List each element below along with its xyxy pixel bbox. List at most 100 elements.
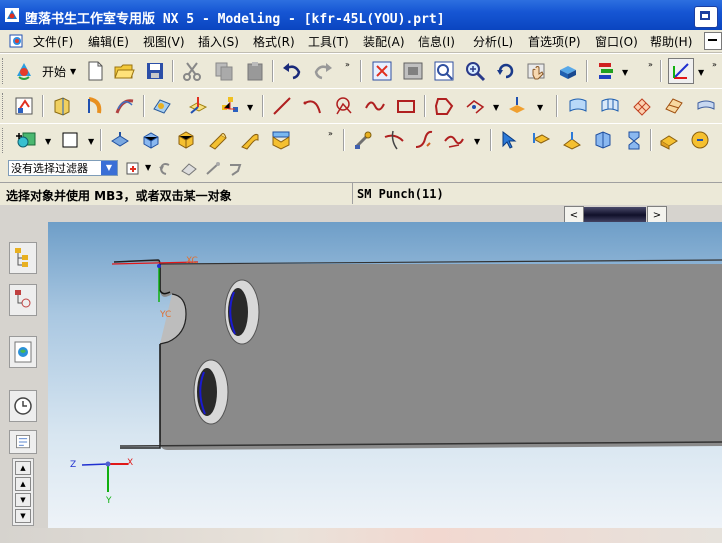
paste-icon[interactable] (243, 59, 267, 83)
wcs-display-icon[interactable] (668, 58, 694, 84)
scroll-top-button[interactable]: ▲ (15, 461, 31, 475)
undo-icon[interactable] (280, 59, 304, 83)
document-close-button[interactable] (704, 32, 722, 50)
redo-icon[interactable] (311, 59, 335, 83)
copy-icon[interactable] (212, 59, 236, 83)
fillet-curve-icon[interactable] (442, 128, 466, 152)
flange-icon[interactable] (108, 128, 132, 152)
graphics-window[interactable]: XC YC X Y Z (48, 222, 722, 528)
menu-view[interactable]: 视图(V) (143, 33, 185, 50)
menu-window[interactable]: 窗口(O) (595, 33, 638, 50)
web-browser-tab[interactable] (9, 336, 37, 368)
menu-insert[interactable]: 插入(S) (198, 33, 239, 50)
menu-information[interactable]: 信息(I) (418, 33, 455, 50)
menu-preferences[interactable]: 首选项(P) (528, 33, 581, 50)
restore-icon (700, 11, 710, 20)
selection-scope-icon[interactable] (126, 161, 144, 177)
move-feature-icon[interactable] (560, 128, 584, 152)
spline-icon[interactable] (363, 94, 387, 118)
menu-edit[interactable]: 编辑(E) (88, 33, 129, 50)
tab-feature-icon[interactable] (58, 128, 82, 152)
edit-feature-icon[interactable] (529, 128, 553, 152)
select-features-icon[interactable] (498, 128, 522, 152)
constraint-navigator-tab[interactable] (9, 284, 37, 316)
menu-format[interactable]: 格式(R) (253, 33, 295, 50)
punch-hole-lower[interactable] (193, 359, 229, 425)
system-materials-tab[interactable] (9, 430, 37, 454)
zoom-window-icon[interactable] (432, 59, 456, 83)
polygon-icon[interactable] (432, 94, 456, 118)
save-icon[interactable] (143, 59, 167, 83)
shaded-view-icon[interactable] (556, 59, 580, 83)
studio-surface-icon[interactable] (630, 94, 654, 118)
menu-analysis[interactable]: 分析(L) (473, 33, 513, 50)
point-icon[interactable] (332, 94, 356, 118)
zoom-icon[interactable] (463, 59, 487, 83)
cut-icon[interactable] (180, 59, 204, 83)
chevron-down-icon[interactable]: ▼ (101, 161, 117, 175)
deselect-icon[interactable] (180, 161, 198, 177)
axis-x-label: X (127, 458, 134, 468)
replace-feature-icon[interactable] (622, 128, 646, 152)
model-view[interactable] (48, 222, 722, 528)
through-mesh-icon[interactable] (598, 94, 622, 118)
punch-hole-upper[interactable] (224, 279, 260, 345)
bead-icon[interactable] (206, 128, 230, 152)
punch-icon[interactable] (351, 128, 375, 152)
document-menu-icon[interactable] (8, 33, 26, 49)
extrude-curve-icon[interactable] (50, 94, 74, 118)
layer-settings-icon[interactable] (594, 59, 618, 83)
rectangle-icon[interactable] (394, 94, 418, 118)
snap-point-icon[interactable] (204, 161, 222, 177)
trim-curve-icon[interactable] (382, 128, 406, 152)
new-file-icon[interactable] (83, 59, 107, 83)
curve-network-icon[interactable] (463, 94, 487, 118)
face-icon[interactable] (150, 94, 174, 118)
scroll-up-button[interactable]: ▲ (15, 477, 31, 491)
type-filter-select[interactable]: 没有选择过滤器 ▼ (8, 160, 118, 176)
arc-icon[interactable] (301, 94, 325, 118)
fit-view-icon[interactable] (370, 59, 394, 83)
through-curves-icon[interactable] (566, 94, 590, 118)
revolve-icon[interactable] (82, 94, 106, 118)
restore-window-button[interactable] (694, 6, 718, 28)
feature-playback-icon[interactable] (657, 128, 681, 152)
reset-filter-icon[interactable] (157, 161, 173, 177)
scroll-thumb[interactable] (584, 207, 646, 223)
menu-tools[interactable]: 工具(T) (308, 33, 349, 50)
replay-icon[interactable] (688, 128, 712, 152)
general-selection-icon[interactable] (228, 161, 246, 177)
sheetmetal-preferences-icon[interactable] (14, 128, 38, 152)
menu-assemblies[interactable]: 装配(A) (363, 33, 405, 50)
contour-flange-icon[interactable] (139, 128, 163, 152)
assembly-navigator-tab[interactable] (9, 242, 37, 274)
start-icon[interactable] (12, 59, 36, 83)
datum-plane-icon[interactable] (186, 94, 210, 118)
resource-scrollbar[interactable]: ▲ ▲ ▼ ▼ (12, 458, 34, 526)
curve-toolbar: ▼ ▼ ▼ (0, 88, 722, 124)
pan-icon[interactable] (525, 59, 549, 83)
menu-file[interactable]: 文件(F) (33, 33, 73, 50)
scroll-down-button[interactable]: ▼ (15, 493, 31, 507)
project-curve-icon[interactable] (505, 94, 529, 118)
open-folder-icon[interactable] (112, 59, 136, 83)
suppress-feature-icon[interactable] (591, 128, 615, 152)
nx-app-icon[interactable] (4, 7, 20, 23)
louver-icon[interactable] (174, 128, 198, 152)
history-tab[interactable] (9, 390, 37, 422)
offset-surface-icon[interactable] (694, 94, 718, 118)
sweep-icon[interactable] (113, 94, 137, 118)
line-icon[interactable] (270, 94, 294, 118)
menu-help[interactable]: 帮助(H) (650, 33, 692, 50)
scope-dropdown-icon[interactable]: ▼ (145, 163, 151, 172)
zoom-region-icon[interactable] (401, 59, 425, 83)
bounded-plane-icon[interactable] (662, 94, 686, 118)
start-label[interactable]: 开始 (42, 63, 66, 80)
datum-csys-icon[interactable] (218, 94, 242, 118)
bend-icon[interactable] (238, 128, 262, 152)
rotate-icon[interactable] (494, 59, 518, 83)
sketch-icon[interactable] (12, 94, 36, 118)
curve-length-icon[interactable] (412, 128, 436, 152)
scroll-bottom-button[interactable]: ▼ (15, 509, 31, 523)
unbend-icon[interactable] (269, 128, 293, 152)
